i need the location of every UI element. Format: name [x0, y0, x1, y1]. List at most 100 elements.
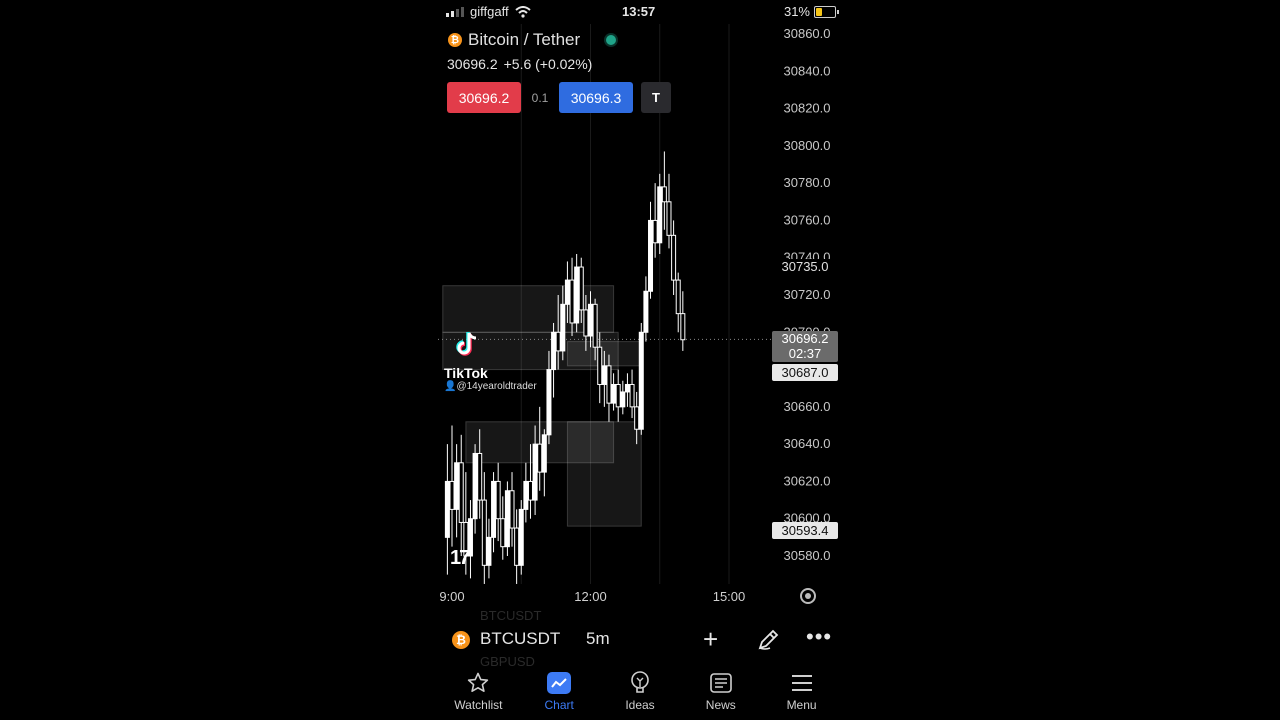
- candle-body: [504, 490, 510, 548]
- candle-body: [629, 383, 635, 408]
- nav-watchlist[interactable]: Watchlist: [438, 668, 519, 720]
- candle-body: [661, 186, 667, 203]
- y-axis-tick-label: 30820.0: [784, 101, 831, 116]
- bitcoin-icon: ₿: [452, 631, 470, 649]
- price-label-level-b: 30593.4: [772, 522, 838, 539]
- candle-body: [574, 266, 580, 324]
- tradingview-icon[interactable]: T: [641, 82, 671, 113]
- candle-body: [532, 443, 538, 501]
- timeframe-selector[interactable]: 5m: [586, 629, 610, 649]
- candle-body: [481, 499, 487, 566]
- carrier: giffgaff: [446, 4, 531, 19]
- tiktok-brand: TikTok: [444, 365, 488, 381]
- nav-news[interactable]: News: [680, 668, 761, 720]
- symbol-bar: BTCUSDT ₿ BTCUSDT 5m + ••• GBPUSD: [438, 608, 842, 669]
- candle-body: [606, 365, 612, 404]
- tradingview-logo: 17: [450, 547, 470, 569]
- candle-body: [444, 480, 450, 538]
- nav-label: Ideas: [625, 698, 655, 712]
- signal-icon: [446, 6, 464, 17]
- candle-body: [527, 480, 533, 501]
- bottom-nav: Watchlist Chart Ideas News Menu: [438, 668, 842, 720]
- candle-body: [555, 331, 561, 352]
- candle-body: [657, 186, 663, 244]
- candle-body: [615, 383, 621, 408]
- y-axis-tick-label: 30580.0: [784, 548, 831, 563]
- candle-body: [564, 279, 570, 305]
- y-axis-tick-label: 30640.0: [784, 436, 831, 451]
- candle-body: [491, 480, 497, 538]
- candle-body: [523, 480, 529, 510]
- candle-body: [648, 219, 654, 292]
- candle-body: [500, 518, 506, 548]
- candle-body: [588, 303, 593, 337]
- status-bar: giffgaff 13:57 31%: [438, 0, 842, 24]
- nav-label: Menu: [786, 698, 817, 712]
- market-open-indicator: [606, 35, 617, 45]
- x-axis-tick-label: 9:00: [439, 589, 464, 604]
- candle-body: [514, 527, 520, 566]
- candle-body: [675, 279, 681, 315]
- y-axis-tick-label: 30660.0: [784, 399, 831, 414]
- candle-body: [643, 290, 649, 333]
- chart-settings-icon[interactable]: [800, 588, 816, 604]
- candle-body: [620, 391, 626, 408]
- tiktok-icon: [456, 332, 477, 356]
- nav-ideas[interactable]: Ideas: [600, 668, 681, 720]
- candle-body: [592, 303, 598, 348]
- y-axis-tick-label: 30720.0: [784, 287, 831, 302]
- x-axis-tick-label: 12:00: [574, 589, 607, 604]
- candle-body: [611, 383, 617, 404]
- ghost-symbol-below: GBPUSD: [480, 654, 535, 669]
- supply-demand-zone: [566, 421, 642, 527]
- y-axis-tick-label: 30800.0: [784, 138, 831, 153]
- candle-body: [477, 452, 483, 501]
- y-axis-tick-label: 30840.0: [784, 63, 831, 78]
- candle-body: [551, 331, 557, 371]
- drawing-tool-icon[interactable]: [756, 628, 780, 652]
- candle-body: [495, 480, 501, 520]
- buy-button[interactable]: 30696.3: [559, 82, 633, 113]
- spread-value: 0.1: [531, 90, 549, 105]
- candle-body: [597, 346, 603, 385]
- candle-body: [634, 406, 640, 430]
- candle-body: [454, 462, 460, 510]
- symbol-selector[interactable]: BTCUSDT: [480, 629, 560, 649]
- nav-label: Watchlist: [454, 698, 503, 712]
- pair-title-row[interactable]: ₿ Bitcoin / Tether: [448, 30, 617, 50]
- more-options-icon[interactable]: •••: [806, 624, 832, 650]
- wifi-icon: [514, 5, 531, 18]
- candle-body: [472, 452, 478, 520]
- candle-body: [624, 383, 630, 393]
- candle-countdown: 02:37: [788, 346, 822, 361]
- star-icon: [468, 672, 489, 692]
- price-change: +5.6 (+0.02%): [503, 56, 593, 72]
- candle-body: [518, 508, 524, 566]
- sell-button[interactable]: 30696.2: [447, 82, 521, 113]
- candle-body: [601, 365, 607, 385]
- nav-chart[interactable]: Chart: [519, 668, 600, 720]
- y-axis-tick-label: 30780.0: [784, 175, 831, 190]
- current-price-value: 30696.2: [781, 331, 829, 346]
- candle-body: [666, 201, 672, 236]
- add-icon[interactable]: +: [703, 624, 718, 655]
- candle-body: [449, 480, 455, 510]
- price-label-level-c: 30735.0: [772, 259, 838, 275]
- lightbulb-icon: [631, 671, 649, 693]
- pair-title: Bitcoin / Tether: [468, 30, 581, 49]
- chart-icon: [547, 672, 572, 694]
- ghost-symbol-above: BTCUSDT: [480, 608, 542, 623]
- candle-body: [537, 443, 543, 473]
- battery-percent: 31%: [783, 4, 810, 19]
- last-price: 30696.2: [447, 56, 498, 72]
- carrier-name: giffgaff: [470, 4, 509, 19]
- y-axis-tick-label: 30760.0: [784, 212, 831, 227]
- nav-menu[interactable]: Menu: [761, 668, 842, 720]
- candle-body: [638, 331, 644, 430]
- nav-label: News: [705, 698, 736, 712]
- candle-body: [652, 219, 658, 244]
- menu-icon: [791, 675, 812, 691]
- battery-indicator: 31%: [783, 4, 839, 19]
- news-icon: [709, 673, 732, 693]
- candle-body: [486, 536, 492, 566]
